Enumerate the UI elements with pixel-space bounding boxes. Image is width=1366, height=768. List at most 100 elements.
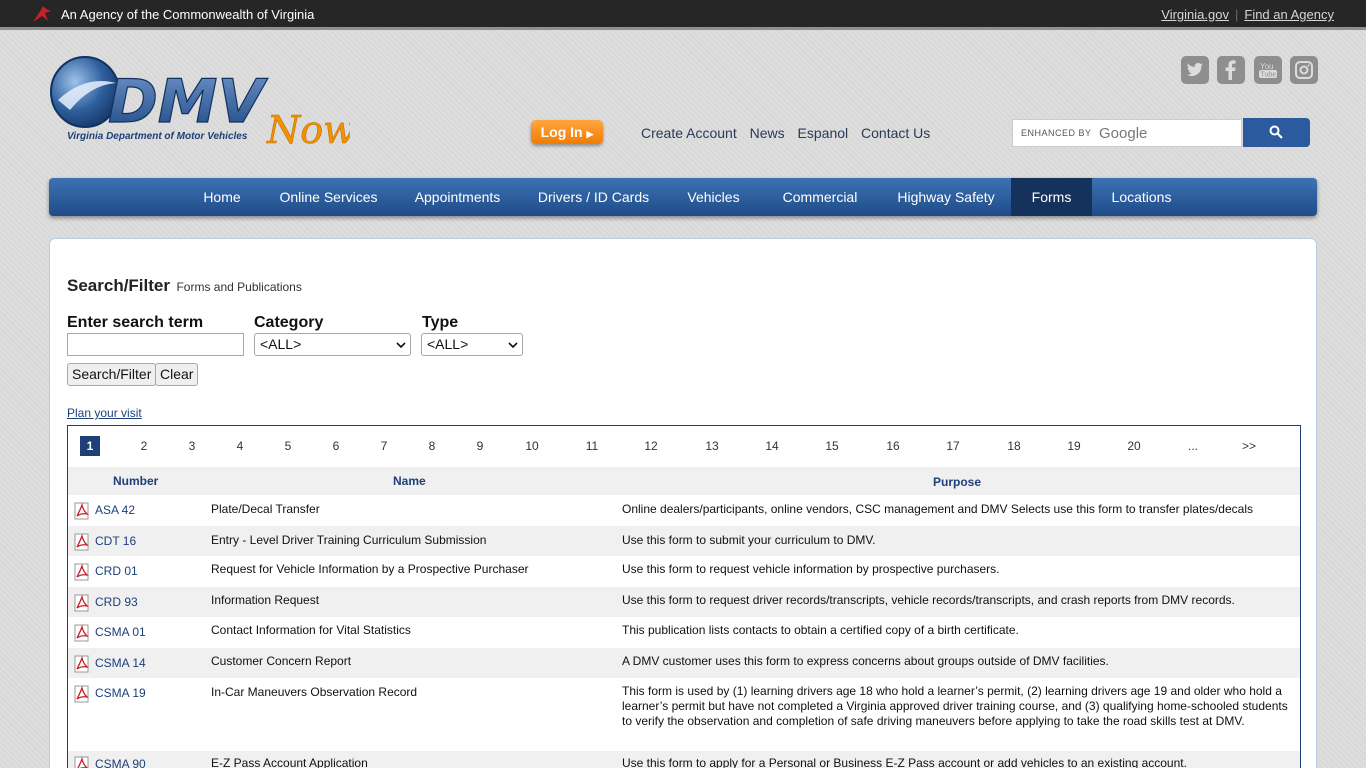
- page-link[interactable]: 10: [522, 439, 542, 453]
- page-link[interactable]: 1: [80, 436, 100, 456]
- search-filter-button[interactable]: Search/Filter: [67, 363, 157, 386]
- nav-appointments[interactable]: Appointments: [396, 178, 519, 216]
- type-selected: <ALL>: [427, 336, 469, 352]
- form-purpose: A DMV customer uses this form to express…: [622, 654, 1109, 668]
- play-arrow-icon: ▶: [586, 129, 594, 139]
- search-term-label: Enter search term: [67, 314, 204, 331]
- type-select[interactable]: <ALL>: [421, 333, 523, 356]
- page-link[interactable]: 4: [230, 439, 250, 453]
- page-link[interactable]: 17: [943, 439, 963, 453]
- twitter-icon[interactable]: [1181, 56, 1209, 84]
- form-number-link[interactable]: ASA 42: [95, 503, 135, 517]
- page-link[interactable]: 15: [822, 439, 842, 453]
- pdf-icon: [74, 502, 89, 520]
- page-link[interactable]: 9: [470, 439, 490, 453]
- form-purpose: Use this form to request vehicle informa…: [622, 562, 1000, 576]
- pdf-icon: [74, 624, 89, 642]
- page-link[interactable]: 2: [134, 439, 154, 453]
- nav-online-services[interactable]: Online Services: [261, 178, 396, 216]
- category-select[interactable]: <ALL>: [254, 333, 411, 356]
- chevron-down-icon: [508, 342, 518, 349]
- pdf-icon: [74, 685, 89, 703]
- pagination: 1 2 3 4 5 6 7 8 9 10 11 12 13 14 15 16 1…: [68, 426, 1300, 466]
- form-number-link[interactable]: CSMA 01: [95, 625, 146, 639]
- form-number-link[interactable]: CRD 93: [95, 595, 138, 609]
- facebook-icon[interactable]: [1217, 56, 1246, 84]
- form-purpose: Use this form to request driver records/…: [622, 593, 1235, 607]
- forms-table: 1 2 3 4 5 6 7 8 9 10 11 12 13 14 15 16 1…: [67, 425, 1301, 768]
- next-pages-link[interactable]: >>: [1239, 439, 1259, 453]
- page-subtitle: Forms and Publications: [176, 280, 302, 294]
- page-heading: Search/Filter Forms and Publications: [67, 276, 302, 296]
- form-name: Customer Concern Report: [211, 654, 352, 668]
- search-term-input[interactable]: [67, 333, 244, 356]
- form-name: Information Request: [211, 593, 320, 607]
- cardinal-logo-icon: [33, 6, 51, 22]
- nav-highway-safety[interactable]: Highway Safety: [881, 178, 1011, 216]
- nav-locations[interactable]: Locations: [1092, 178, 1191, 216]
- form-purpose: This form is used by (1) learning driver…: [622, 684, 1288, 728]
- table-row: CSMA 90 E-Z Pass Account Application Use…: [68, 751, 1300, 768]
- dmv-wordmark: DMV: [108, 67, 269, 137]
- page-link[interactable]: 14: [762, 439, 782, 453]
- form-name: E-Z Pass Account Application: [211, 756, 368, 768]
- page-link[interactable]: 8: [422, 439, 442, 453]
- page-link[interactable]: 13: [702, 439, 722, 453]
- svg-text:Tube: Tube: [1260, 72, 1276, 79]
- form-number-link[interactable]: CSMA 19: [95, 686, 146, 700]
- svg-text:You: You: [1260, 62, 1274, 71]
- nav-vehicles[interactable]: Vehicles: [668, 178, 759, 216]
- table-row: CRD 93 Information Request Use this form…: [68, 587, 1300, 617]
- form-purpose: Use this form to apply for a Personal or…: [622, 756, 1187, 768]
- contact-us-link[interactable]: Contact Us: [861, 125, 930, 141]
- form-number-link[interactable]: CRD 01: [95, 564, 138, 578]
- page-link[interactable]: 16: [883, 439, 903, 453]
- top-bar: An Agency of the Commonwealth of Virgini…: [0, 0, 1366, 30]
- plan-your-visit-link[interactable]: Plan your visit: [67, 406, 142, 420]
- page-link[interactable]: 12: [641, 439, 661, 453]
- pdf-icon: [74, 594, 89, 612]
- nav-commercial[interactable]: Commercial: [759, 178, 881, 216]
- form-name: Entry - Level Driver Training Curriculum…: [211, 533, 487, 547]
- instagram-icon[interactable]: [1290, 56, 1319, 84]
- header-name: Name: [393, 474, 426, 488]
- form-number-link[interactable]: CSMA 14: [95, 656, 146, 670]
- find-agency-link[interactable]: Find an Agency: [1244, 7, 1334, 22]
- espanol-link[interactable]: Espanol: [798, 125, 849, 141]
- form-purpose: This publication lists contacts to obtai…: [622, 623, 1019, 637]
- nav-drivers-id-cards[interactable]: Drivers / ID Cards: [519, 178, 668, 216]
- table-row: CDT 16 Entry - Level Driver Training Cur…: [68, 526, 1300, 556]
- now-wordmark: Now: [266, 108, 350, 152]
- header-number: Number: [113, 474, 159, 488]
- site-search-button[interactable]: [1243, 118, 1310, 147]
- form-number-link[interactable]: CDT 16: [95, 534, 136, 548]
- page-ellipsis[interactable]: ...: [1183, 439, 1203, 453]
- page-link[interactable]: 7: [374, 439, 394, 453]
- top-links: Virginia.gov | Find an Agency: [1161, 7, 1334, 22]
- youtube-icon[interactable]: You Tube: [1253, 56, 1282, 84]
- page-link[interactable]: 3: [182, 439, 202, 453]
- site-search-input[interactable]: ENHANCED BY Google: [1012, 119, 1242, 147]
- page-link[interactable]: 18: [1004, 439, 1024, 453]
- news-link[interactable]: News: [750, 125, 785, 141]
- nav-home[interactable]: Home: [183, 178, 261, 216]
- utility-links: Create Account News Espanol Contact Us: [641, 125, 939, 141]
- form-name: Plate/Decal Transfer: [211, 502, 320, 516]
- category-selected: <ALL>: [260, 336, 302, 352]
- table-header: Number Name Purpose: [68, 467, 1300, 495]
- login-button[interactable]: Log In ▶: [531, 120, 603, 144]
- page-link[interactable]: 6: [326, 439, 346, 453]
- form-number-link[interactable]: CSMA 90: [95, 757, 146, 768]
- create-account-link[interactable]: Create Account: [641, 125, 737, 141]
- table-row: CSMA 19 In-Car Maneuvers Observation Rec…: [68, 678, 1300, 751]
- page-link[interactable]: 20: [1124, 439, 1144, 453]
- chevron-down-icon: [396, 342, 406, 349]
- clear-button[interactable]: Clear: [155, 363, 199, 386]
- page-link[interactable]: 19: [1064, 439, 1084, 453]
- page-link[interactable]: 11: [582, 439, 602, 453]
- dmv-now-logo[interactable]: DMV Now Virginia Department of Motor Veh…: [50, 55, 356, 155]
- virginia-gov-link[interactable]: Virginia.gov: [1161, 7, 1229, 22]
- pdf-icon: [74, 563, 89, 581]
- page-link[interactable]: 5: [278, 439, 298, 453]
- nav-forms[interactable]: Forms: [1011, 178, 1092, 216]
